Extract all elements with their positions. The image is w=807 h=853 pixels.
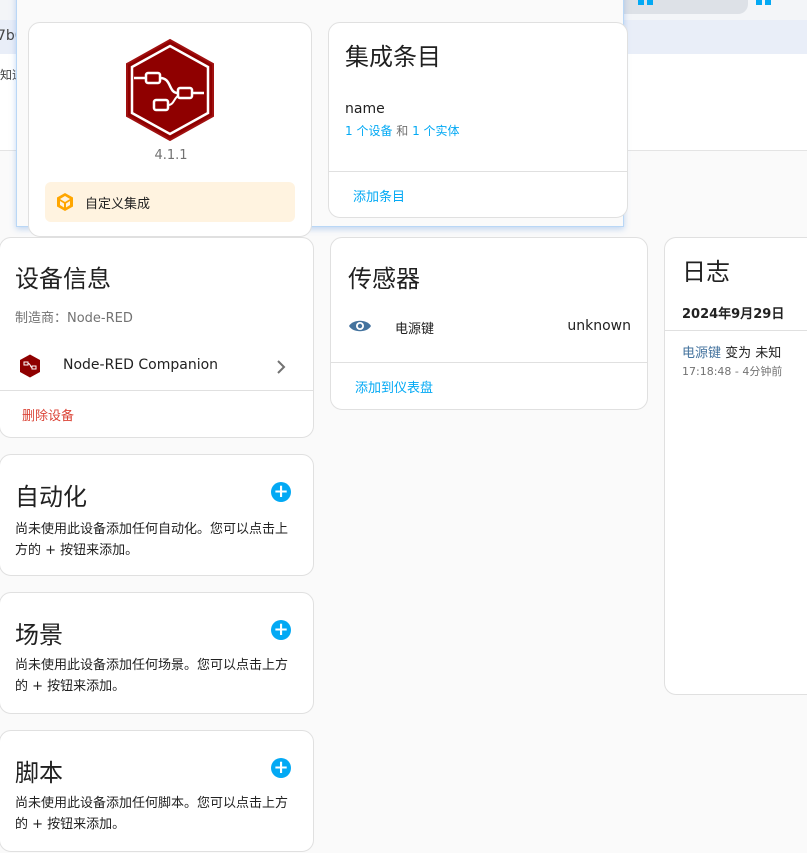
manufacturer-text: 制造商：Node-RED <box>15 311 133 326</box>
integration-entries-title: 集成条目 <box>345 43 441 71</box>
add-entry-button[interactable]: 添加条目 <box>353 186 405 205</box>
entities-link[interactable]: 1 个实体 <box>412 124 459 138</box>
package-icon <box>57 193 73 211</box>
automation-title: 自动化 <box>15 483 87 511</box>
entry-links: 1 个设备 和 1 个实体 <box>345 122 460 139</box>
integration-version: 4.1.1 <box>154 148 188 163</box>
scenes-empty-text: 尚未使用此设备添加任何场景。您可以点击上方的 + 按钮来添加。 <box>15 658 289 694</box>
chevron-right-icon <box>277 360 286 374</box>
divider <box>665 330 807 331</box>
logbook-entry: 电源键 变为 未知 <box>682 342 781 361</box>
eye-icon <box>349 320 371 332</box>
device-info-title: 设备信息 <box>15 265 111 293</box>
automation-empty-text: 尚未使用此设备添加任何自动化。您可以点击上方的 + 按钮来添加。 <box>15 522 289 558</box>
logbook-change-text: 变为 未知 <box>721 346 782 361</box>
sensors-card: 传感器 电源键 unknown 添加到仪表盘 <box>330 237 648 410</box>
entry-name: name <box>345 101 385 117</box>
node-red-logo-icon <box>20 354 40 378</box>
scenes-title: 场景 <box>15 621 63 649</box>
device-info-card: 设备信息 制造商：Node-RED Node-RED Companion 删除设… <box>0 237 314 438</box>
delete-device-button[interactable]: 删除设备 <box>22 405 74 424</box>
sensor-label: 电源键 <box>395 322 435 337</box>
scenes-card: 场景 + 尚未使用此设备添加任何场景。您可以点击上方的 + 按钮来添加。 <box>0 592 314 714</box>
scripts-card: 脚本 + 尚未使用此设备添加任何脚本。您可以点击上方的 + 按钮来添加。 <box>0 730 314 852</box>
logbook-time: 17:18:48 - 4分钟前 <box>682 365 783 378</box>
devices-link[interactable]: 1 个设备 <box>345 124 392 138</box>
custom-integration-label: 自定义集成 <box>85 197 151 212</box>
integration-popup: 4.1.1 自定义集成 集成条目 name 1 个设备 和 1 个实体 添加条目 <box>16 0 628 237</box>
grid-icon[interactable] <box>638 0 654 6</box>
add-to-dashboard-button[interactable]: 添加到仪表盘 <box>355 377 433 396</box>
scripts-title: 脚本 <box>15 759 63 787</box>
divider <box>331 362 647 363</box>
custom-integration-badge: 自定义集成 <box>45 182 295 222</box>
logbook-date: 2024年9月29日 <box>682 307 785 322</box>
add-script-button[interactable]: + <box>271 758 291 778</box>
integration-info-card: 4.1.1 自定义集成 <box>28 22 312 237</box>
logbook-title: 日志 <box>682 258 730 286</box>
add-automation-button[interactable]: + <box>271 482 291 502</box>
integration-entries-card: 集成条目 name 1 个设备 和 1 个实体 添加条目 <box>328 22 628 218</box>
sensor-value: unknown <box>567 318 631 334</box>
conjunction-text: 和 <box>392 124 413 138</box>
divider <box>0 390 313 391</box>
scripts-empty-text: 尚未使用此设备添加任何脚本。您可以点击上方的 + 按钮来添加。 <box>15 796 289 832</box>
logbook-entity-link[interactable]: 电源键 <box>682 346 721 361</box>
companion-label: Node-RED Companion <box>63 357 219 373</box>
grid-icon[interactable] <box>756 0 772 6</box>
sensor-row[interactable]: 电源键 unknown <box>331 312 647 342</box>
sensors-title: 传感器 <box>348 265 420 293</box>
logbook-card: 日志 2024年9月29日 电源键 变为 未知 17:18:48 - 4分钟前 <box>664 237 807 695</box>
node-red-logo-icon <box>126 38 214 142</box>
companion-row[interactable]: Node-RED Companion <box>0 344 313 390</box>
divider <box>329 171 627 172</box>
add-scene-button[interactable]: + <box>271 620 291 640</box>
automation-card: 自动化 + 尚未使用此设备添加任何自动化。您可以点击上方的 + 按钮来添加。 <box>0 454 314 576</box>
